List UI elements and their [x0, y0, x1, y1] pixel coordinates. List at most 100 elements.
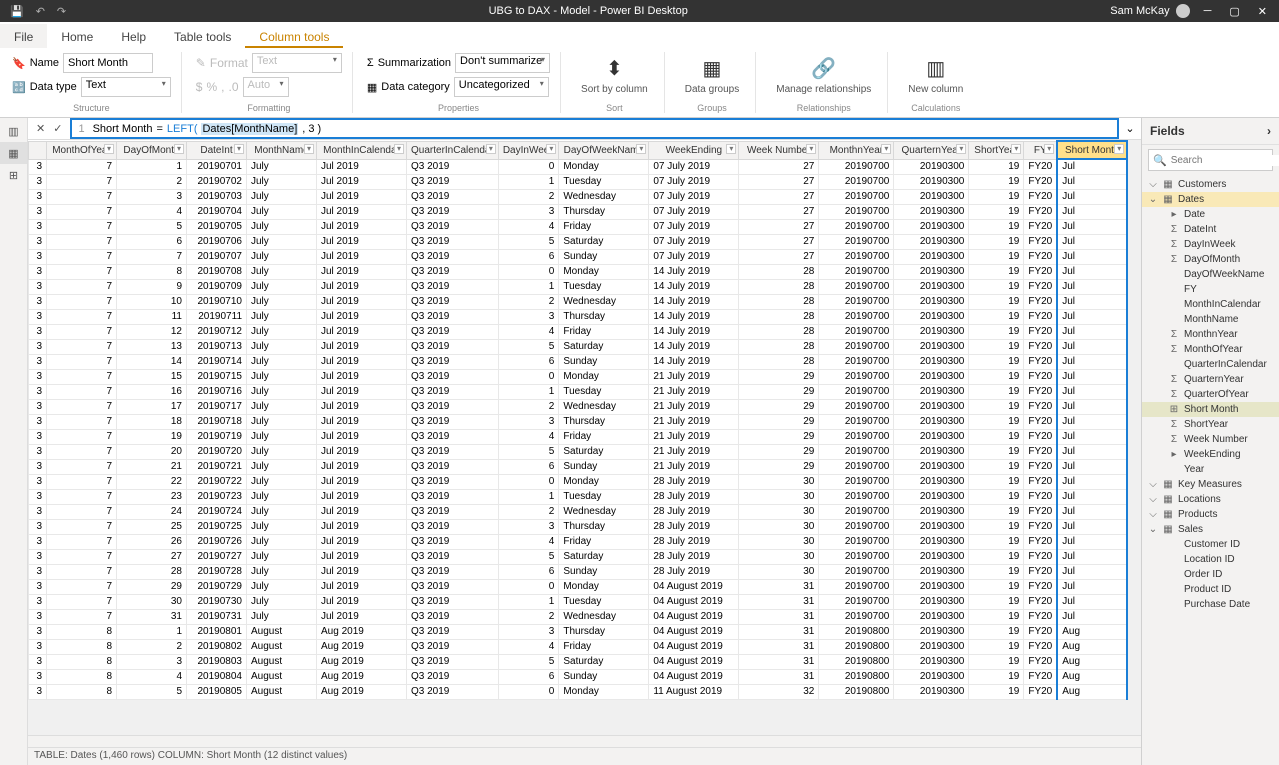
column-header[interactable]: DayOfWeekName▾	[559, 141, 649, 159]
sort-by-column-button[interactable]: ⬍ Sort by column	[575, 52, 654, 97]
filter-icon[interactable]: ▾	[234, 144, 244, 154]
category-select[interactable]: Uncategorized	[454, 77, 549, 97]
column-header[interactable]: FY▾	[1024, 141, 1057, 159]
table-row[interactable]: 371020190710JulyJul 2019Q3 20192Wednesda…	[29, 294, 1128, 309]
maximize-icon[interactable]: ▢	[1229, 5, 1239, 18]
fields-column[interactable]: Purchase Date	[1142, 597, 1279, 612]
model-view-icon[interactable]: ⊞	[0, 164, 27, 186]
table-row[interactable]: 38320190803AugustAug 2019Q3 20195Saturda…	[29, 654, 1128, 669]
table-row[interactable]: 371220190712JulyJul 2019Q3 20194Friday14…	[29, 324, 1128, 339]
column-header[interactable]: Short Month▾	[1057, 141, 1127, 159]
column-header[interactable]: Week Number▾	[739, 141, 819, 159]
fields-column[interactable]: ΣDateInt	[1142, 222, 1279, 237]
chevron-icon[interactable]: ⌄	[1148, 524, 1158, 535]
filter-icon[interactable]: ▾	[394, 144, 404, 154]
fields-table[interactable]: ⌵▦Key Measures	[1142, 477, 1279, 492]
fields-column[interactable]: MonthName	[1142, 312, 1279, 327]
filter-icon[interactable]: ▾	[104, 144, 114, 154]
fields-column[interactable]: ΣMonthOfYear	[1142, 342, 1279, 357]
formula-bar[interactable]: 1 Short Month = LEFT( Dates[MonthName] ,…	[70, 118, 1119, 139]
table-row[interactable]: 38520190805AugustAug 2019Q3 20190Monday1…	[29, 684, 1128, 699]
fields-column[interactable]: Year	[1142, 462, 1279, 477]
table-row[interactable]: 37820190708JulyJul 2019Q3 20190Monday14 …	[29, 264, 1128, 279]
format-select[interactable]: Text	[252, 53, 342, 73]
column-header[interactable]: MonthnYear▾	[819, 141, 894, 159]
filter-icon[interactable]: ▾	[486, 144, 496, 154]
column-header[interactable]: QuarterInCalendar▾	[407, 141, 499, 159]
table-row[interactable]: 37320190703JulyJul 2019Q3 20192Wednesday…	[29, 189, 1128, 204]
fields-table[interactable]: ⌵▦Products	[1142, 507, 1279, 522]
table-row[interactable]: 37720190707JulyJul 2019Q3 20196Sunday07 …	[29, 249, 1128, 264]
fields-table[interactable]: ⌄▦Sales	[1142, 522, 1279, 537]
minimize-icon[interactable]: ─	[1204, 5, 1212, 18]
fields-column[interactable]: ΣMonthnYear	[1142, 327, 1279, 342]
table-row[interactable]: 371420190714JulyJul 2019Q3 20196Sunday14…	[29, 354, 1128, 369]
table-row[interactable]: 372420190724JulyJul 2019Q3 20192Wednesda…	[29, 504, 1128, 519]
fields-column[interactable]: DayOfWeekName	[1142, 267, 1279, 282]
fields-list[interactable]: ⌵▦Customers⌄▦Dates▸DateΣDateIntΣDayInWee…	[1142, 175, 1279, 765]
fields-column[interactable]: ΣQuarternYear	[1142, 372, 1279, 387]
fields-column[interactable]: ΣShortYear	[1142, 417, 1279, 432]
close-icon[interactable]: ✕	[1258, 5, 1267, 18]
column-header[interactable]	[29, 141, 47, 159]
table-row[interactable]: 372220190722JulyJul 2019Q3 20190Monday28…	[29, 474, 1128, 489]
table-row[interactable]: 371820190718JulyJul 2019Q3 20193Thursday…	[29, 414, 1128, 429]
filter-icon[interactable]: ▾	[1114, 144, 1124, 154]
tab-table-tools[interactable]: Table tools	[160, 24, 245, 48]
table-row[interactable]: 37520190705JulyJul 2019Q3 20194Friday07 …	[29, 219, 1128, 234]
column-header[interactable]: DayOfMonth▾	[117, 141, 187, 159]
filter-icon[interactable]: ▾	[806, 144, 816, 154]
fields-column[interactable]: Location ID	[1142, 552, 1279, 567]
auto-decimal[interactable]: Auto	[243, 77, 289, 97]
column-header[interactable]: DateInt▾	[187, 141, 247, 159]
table-row[interactable]: 371920190719JulyJul 2019Q3 20194Friday21…	[29, 429, 1128, 444]
fields-search[interactable]: 🔍	[1148, 149, 1273, 171]
tab-file[interactable]: File	[0, 24, 47, 48]
filter-icon[interactable]: ▾	[881, 144, 891, 154]
chevron-icon[interactable]: ⌵	[1148, 494, 1158, 505]
fields-table[interactable]: ⌵▦Customers	[1142, 177, 1279, 192]
tab-column-tools[interactable]: Column tools	[245, 24, 343, 48]
filter-icon[interactable]: ▾	[546, 144, 556, 154]
table-row[interactable]: 371320190713JulyJul 2019Q3 20195Saturday…	[29, 339, 1128, 354]
table-row[interactable]: 372120190721JulyJul 2019Q3 20196Sunday21…	[29, 459, 1128, 474]
filter-icon[interactable]: ▾	[636, 144, 646, 154]
summarization-select[interactable]: Don't summarize	[455, 53, 550, 73]
data-groups-button[interactable]: ▦ Data groups	[679, 52, 745, 97]
table-row[interactable]: 372320190723JulyJul 2019Q3 20191Tuesday2…	[29, 489, 1128, 504]
filter-icon[interactable]: ▾	[1011, 144, 1021, 154]
user-avatar-icon[interactable]	[1176, 4, 1190, 18]
tab-help[interactable]: Help	[107, 24, 160, 48]
table-row[interactable]: 372520190725JulyJul 2019Q3 20193Thursday…	[29, 519, 1128, 534]
table-row[interactable]: 371520190715JulyJul 2019Q3 20190Monday21…	[29, 369, 1128, 384]
table-row[interactable]: 371620190716JulyJul 2019Q3 20191Tuesday2…	[29, 384, 1128, 399]
undo-icon[interactable]: ↶	[36, 5, 45, 18]
tab-home[interactable]: Home	[47, 24, 107, 48]
table-row[interactable]: 372920190729JulyJul 2019Q3 20190Monday04…	[29, 579, 1128, 594]
fields-column[interactable]: MonthInCalendar	[1142, 297, 1279, 312]
table-row[interactable]: 37220190702JulyJul 2019Q3 20191Tuesday07…	[29, 174, 1128, 189]
name-input[interactable]	[63, 53, 153, 73]
save-icon[interactable]: 💾	[10, 5, 24, 18]
fields-column[interactable]: ▸Date	[1142, 207, 1279, 222]
chevron-icon[interactable]: ⌵	[1148, 479, 1158, 490]
formula-expand-icon[interactable]: ⌄	[1119, 118, 1141, 139]
table-row[interactable]: 373120190731JulyJul 2019Q3 20192Wednesda…	[29, 609, 1128, 624]
fields-column[interactable]: ΣQuarterOfYear	[1142, 387, 1279, 402]
fields-column[interactable]: ΣDayOfMonth	[1142, 252, 1279, 267]
table-row[interactable]: 372020190720JulyJul 2019Q3 20195Saturday…	[29, 444, 1128, 459]
commit-formula-icon[interactable]: ✓	[53, 122, 62, 135]
filter-icon[interactable]: ▾	[174, 144, 184, 154]
column-header[interactable]: MonthName▾	[247, 141, 317, 159]
redo-icon[interactable]: ↷	[57, 5, 66, 18]
fields-column[interactable]: Order ID	[1142, 567, 1279, 582]
column-header[interactable]: MonthOfYear▾	[47, 141, 117, 159]
table-row[interactable]: 371720190717JulyJul 2019Q3 20192Wednesda…	[29, 399, 1128, 414]
fields-column[interactable]: QuarterInCalendar	[1142, 357, 1279, 372]
cancel-formula-icon[interactable]: ✕	[36, 122, 45, 135]
table-row[interactable]: 371120190711JulyJul 2019Q3 20193Thursday…	[29, 309, 1128, 324]
table-row[interactable]: 38120190801AugustAug 2019Q3 20193Thursda…	[29, 624, 1128, 639]
column-header[interactable]: DayInWeek▾	[498, 141, 559, 159]
table-row[interactable]: 373020190730JulyJul 2019Q3 20191Tuesday0…	[29, 594, 1128, 609]
table-row[interactable]: 37420190704JulyJul 2019Q3 20193Thursday0…	[29, 204, 1128, 219]
